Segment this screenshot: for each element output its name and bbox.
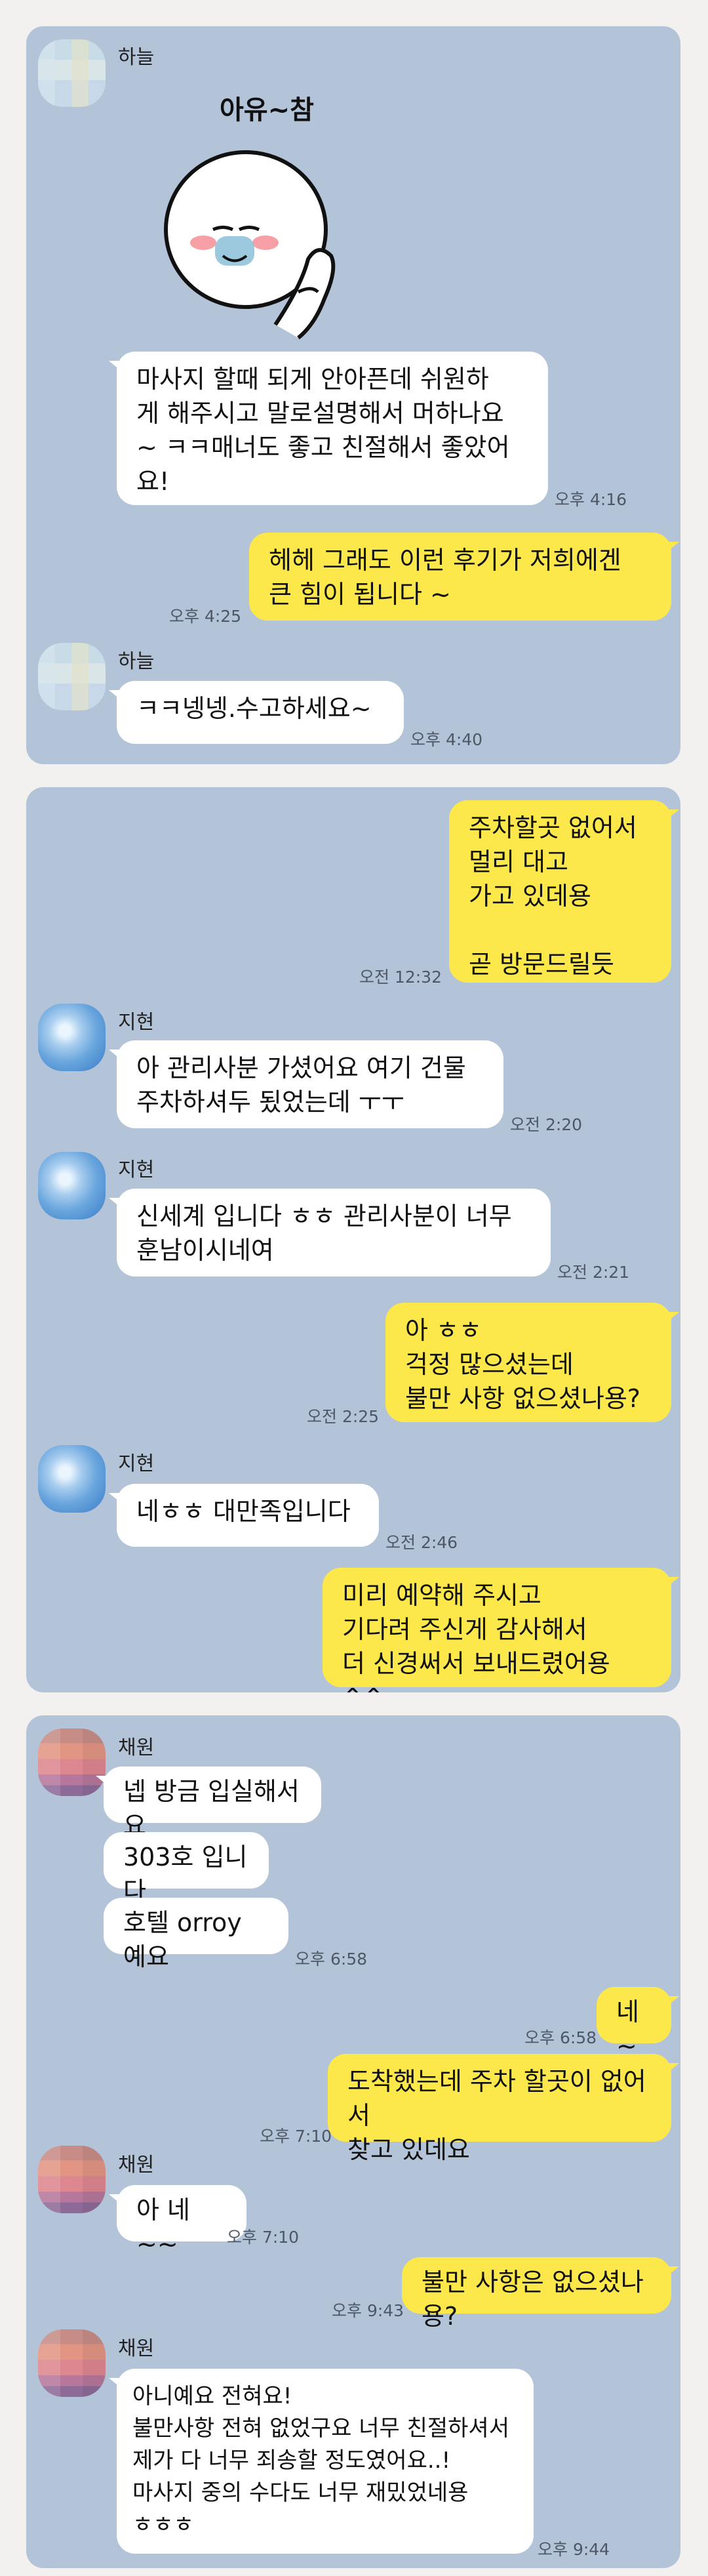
chat-screenshot-3: 채원 넵 방금 입실해서요 303호 입니다 호텔 orroy 예요 오후 6:…: [26, 1715, 680, 2568]
reply-bubble[interactable]: 도착했는데 주차 할곳이 없어서 찾고 있데요: [328, 2054, 679, 2164]
message-bubble[interactable]: 신세계 입니다 ㅎㅎ 관리사분이 너무 훈남이시네여: [109, 1189, 551, 1277]
message-time: 오후 7:10: [227, 2228, 300, 2247]
reply-time: 오전 12:32: [359, 968, 442, 987]
sender-name: 지현: [118, 1011, 155, 1034]
sticker-text: 아유~참: [220, 95, 314, 125]
reply-bubble[interactable]: 아 ㅎㅎ 걱정 많으셨는데 불만 사항 없으셨나용?: [385, 1303, 679, 1422]
sender-name: 지현: [118, 1158, 155, 1181]
message-bubble[interactable]: 호텔 orroy 예요: [104, 1898, 288, 1971]
avatar[interactable]: [38, 643, 106, 710]
message-time: 오후 4:16: [555, 490, 627, 509]
reply-time: 오후 6:58: [524, 2028, 597, 2047]
avatar[interactable]: [38, 1152, 106, 1219]
sender-name: 하늘: [118, 46, 155, 69]
chat-screenshot-1: 하늘 아유~참 마사지 할때 되게 안아픈데 쉬원하 게 해주시고 말로설명해서…: [26, 26, 680, 764]
sender-name: 채원: [118, 1736, 155, 1759]
avatar[interactable]: [38, 2146, 106, 2213]
message-bubble[interactable]: 넵 방금 입실해서요: [96, 1767, 321, 1840]
reply-time: 오후 9:43: [332, 2301, 404, 2320]
message-time: 오전 2:46: [385, 1533, 458, 1552]
message-bubble[interactable]: ㅋㅋ넹넹.수고하세요~: [109, 681, 404, 744]
message-bubble[interactable]: 마사지 할때 되게 안아픈데 쉬원하 게 해주시고 말로설명해서 머하나요 ~ …: [109, 352, 548, 505]
reply-bubble[interactable]: 네 ~: [597, 1987, 679, 2060]
sender-name: 채원: [118, 2337, 155, 2360]
sender-name: 하늘: [118, 650, 155, 673]
chat-screenshot-2: 주차할곳 없어서 멀리 대고 가고 있데용 곧 방문드릴듯 오전 12:32 지…: [26, 787, 680, 1692]
avatar[interactable]: [38, 1445, 106, 1513]
sender-name: 채원: [118, 2154, 155, 2177]
message-time: 오후 6:58: [295, 1950, 368, 1969]
message-bubble[interactable]: 아 관리사분 가셨어요 여기 건물 주차하셔두 됬었는데 ㅜㅜ: [109, 1040, 503, 1128]
reply-time: 오전 2:25: [307, 1407, 380, 1426]
message-time: 오후 9:44: [538, 2540, 610, 2559]
message-bubble[interactable]: 아니예요 전혀요! 불만사항 전혀 없었구요 너무 친절하셔서 제가 다 너무 …: [109, 2369, 534, 2554]
reply-time: 오후 4:25: [169, 607, 242, 626]
avatar[interactable]: [38, 39, 106, 107]
reply-bubble[interactable]: 주차할곳 없어서 멀리 대고 가고 있데용 곧 방문드릴듯: [449, 800, 679, 983]
smiley-character-icon: [164, 150, 336, 340]
avatar[interactable]: [38, 2329, 106, 2397]
message-bubble[interactable]: 네ㅎㅎ 대만족입니다: [109, 1484, 379, 1547]
reply-bubble[interactable]: 미리 예약해 주시고 기다려 주신게 감사해서 더 신경써서 보내드렸어용 ^^: [323, 1568, 679, 1692]
reply-bubble[interactable]: 불만 사항은 없으셨나용?: [402, 2257, 679, 2331]
message-time: 오전 2:21: [557, 1263, 630, 1282]
message-time: 오전 2:20: [510, 1115, 583, 1134]
avatar[interactable]: [38, 1004, 106, 1071]
reply-time: 오후 7:10: [260, 2127, 332, 2146]
sender-name: 지현: [118, 1452, 155, 1475]
message-time: 오후 4:40: [410, 730, 483, 749]
emoticon-sticker: 아유~참: [157, 89, 374, 364]
message-bubble[interactable]: 303호 입니다: [104, 1832, 269, 1906]
reply-bubble[interactable]: 헤헤 그래도 이런 후기가 저희에겐 큰 힘이 됩니다 ~: [249, 533, 679, 621]
